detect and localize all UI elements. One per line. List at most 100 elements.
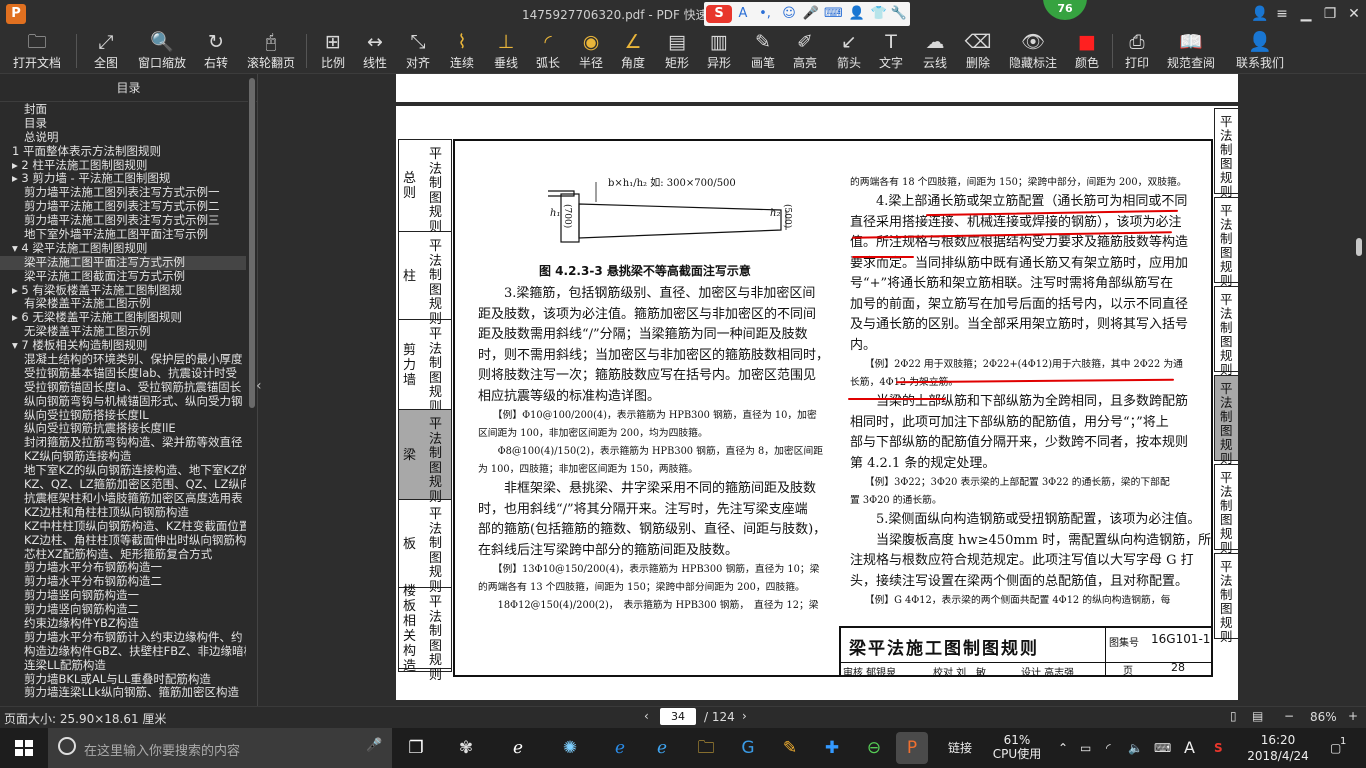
right-tab-2[interactable]: 平法制图规则 xyxy=(1214,286,1238,377)
zoom-in-icon[interactable]: + xyxy=(1348,709,1358,723)
toc-item[interactable]: 纵向受拉钢筋抗震搭接长度llE xyxy=(0,422,246,436)
tray-link-label[interactable]: 链接 xyxy=(948,728,972,768)
prev-page-icon[interactable]: ‹ xyxy=(644,709,649,723)
toolbar-del-button[interactable]: ⌫ 删除 xyxy=(958,28,998,74)
toc-item[interactable]: 封面 xyxy=(0,103,246,117)
file-explorer-icon[interactable]: 🗀 xyxy=(690,732,722,764)
ime-emoji-icon[interactable]: ☺ xyxy=(780,5,798,23)
user-icon[interactable]: 👤 xyxy=(1250,4,1270,24)
continuous-page-icon[interactable]: ▤ xyxy=(1252,709,1263,723)
ime-voice-icon[interactable]: 🎤 xyxy=(802,5,820,23)
zoom-level[interactable]: 86% xyxy=(1310,710,1337,724)
sogou-tray-icon[interactable]: S xyxy=(1214,728,1223,768)
toolbar-fit-button[interactable]: ⤢ 全图 xyxy=(86,28,126,74)
toc-item[interactable]: ▾ 4 梁平法施工图制图规则 xyxy=(0,242,246,256)
toc-item[interactable]: KZ、QZ、LZ箍筋加密区范围、QZ、LZ纵向钢 xyxy=(0,478,246,492)
ime-mode[interactable]: A xyxy=(1184,728,1195,768)
toc-item[interactable]: 受拉钢筋基本锚固长度lab、抗震设计时受 xyxy=(0,367,246,381)
toc-item[interactable]: 抗震框架柱和小墙肢箍筋加密区高度选用表 xyxy=(0,492,246,506)
browser-360-icon[interactable]: ✺ xyxy=(554,732,586,764)
ime-punct-icon[interactable]: •, xyxy=(756,5,774,23)
next-page-icon[interactable]: › xyxy=(742,709,747,723)
clock[interactable]: 16:20 2018/4/24 xyxy=(1246,728,1310,768)
toolbar-pen-button[interactable]: ✎ 画笔 xyxy=(744,28,782,74)
toolbar-hide-button[interactable]: 👁 隐藏标注 xyxy=(1004,28,1062,74)
toc-item[interactable]: 目录 xyxy=(0,117,246,131)
toc-item[interactable]: 构造边缘构件GBZ、扶壁柱FBZ、非边缘暗柱 xyxy=(0,645,246,659)
toc-item[interactable]: ▸ 3 剪力墙 - 平法施工图制图规 xyxy=(0,172,246,186)
toc-item[interactable]: 混凝土结构的环境类别、保护层的最小厚度 xyxy=(0,353,246,367)
toolbar-arrow-button[interactable]: ↙ 箭头 xyxy=(830,28,868,74)
wifi-icon[interactable]: ◜ xyxy=(1106,728,1111,768)
toolbar-rect-button[interactable]: ▤ 矩形 xyxy=(658,28,696,74)
toolbar-cont-button[interactable]: ⌇ 连续 xyxy=(442,28,482,74)
toc-item[interactable]: ▸ 5 有梁板楼盖平法施工图制图规 xyxy=(0,284,246,298)
toolbar-perp-button[interactable]: ⊥ 垂线 xyxy=(486,28,526,74)
windows-start-icon[interactable] xyxy=(0,728,48,768)
toc-item[interactable]: ▸ 6 无梁楼盖平法施工图制图规则 xyxy=(0,311,246,325)
toolbar-scroll-button[interactable]: 🖰 滚轮翻页 xyxy=(244,28,298,74)
taskbar-search[interactable]: 在这里输入你要搜索的内容 🎤 xyxy=(48,728,392,768)
toolbar-print-button[interactable]: ⎙ 打印 xyxy=(1118,28,1156,74)
toc-item[interactable]: KZ边柱、角柱柱顶等截面伸出时纵向钢筋构 xyxy=(0,534,246,548)
toolbar-scale-button[interactable]: ⊞ 比例 xyxy=(314,28,352,74)
toc-item[interactable]: 芯柱XZ配筋构造、矩形箍筋复合方式 xyxy=(0,548,246,562)
toc-item[interactable]: 剪力墙连梁LLk纵向钢筋、箍筋加密区构造 xyxy=(0,686,246,700)
green-app-icon[interactable]: ⊖ xyxy=(858,732,890,764)
left-tab-0[interactable]: 平法制图规则 总则 xyxy=(399,140,451,234)
minimize-button[interactable]: ▁ xyxy=(1296,4,1316,24)
toc-item[interactable]: 剪力墙水平分布钢筋构造一 xyxy=(0,561,246,575)
toc-item[interactable]: ▾ 7 楼板相关构造制图规则 xyxy=(0,339,246,353)
toc-item[interactable]: 剪力墙水平分布钢筋构造二 xyxy=(0,575,246,589)
toc-item[interactable]: 剪力墙水平分布钢筋计入约束边缘构件、约 xyxy=(0,631,246,645)
annotation-underline[interactable] xyxy=(848,398,946,400)
battery-icon[interactable]: ▭ xyxy=(1080,728,1091,768)
toc-item[interactable]: 剪力墙平法施工图列表注写方式示例二 xyxy=(0,200,246,214)
toc-item[interactable]: 1 平面整体表示方法制图规则 xyxy=(0,145,246,159)
page-number-input[interactable]: 34 xyxy=(660,708,696,725)
close-button[interactable]: ✕ xyxy=(1344,4,1364,24)
ime-lang-icon[interactable]: A xyxy=(734,5,752,23)
toc-item[interactable]: 剪力墙BKL或AL与LL重叠时配筋构造 xyxy=(0,673,246,687)
toolbar-shape-button[interactable]: ▥ 异形 xyxy=(700,28,738,74)
toc-item[interactable]: 地下室外墙平法施工图平面注写示例 xyxy=(0,228,246,242)
ime-toolbar[interactable]: S A •, ☺ 🎤 ⌨ 👤 👕 🔧 xyxy=(704,2,910,26)
task-view-icon[interactable]: ❐ xyxy=(400,732,432,764)
edge-icon[interactable]: ℯ xyxy=(604,732,636,764)
toc-item[interactable]: 梁平法施工图平面注写方式示例 xyxy=(0,255,246,270)
collapse-sidebar-icon[interactable]: ‹ xyxy=(256,378,268,398)
microphone-icon[interactable]: 🎤 xyxy=(366,738,382,753)
keyboard-icon[interactable]: ⌨ xyxy=(1154,728,1171,768)
toc-item[interactable]: 剪力墙平法施工图列表注写方式示例三 xyxy=(0,214,246,228)
sidebar-scroll-thumb[interactable] xyxy=(249,78,255,408)
toolbar-cloud-button[interactable]: ☁ 云线 xyxy=(916,28,954,74)
toc-item[interactable]: 有梁楼盖平法施工图示例 xyxy=(0,297,246,311)
toolbar-angle-button[interactable]: ∠ 角度 xyxy=(614,28,652,74)
toolbar-linear-button[interactable]: ↔ 线性 xyxy=(356,28,394,74)
sidebar-scrollbar[interactable] xyxy=(248,74,256,706)
toolbar-text-button[interactable]: T 文字 xyxy=(872,28,910,74)
toc-item[interactable]: 剪力墙平法施工图列表注写方式示例一 xyxy=(0,186,246,200)
toc-item[interactable]: 封闭箍筋及拉筋弯钩构造、梁并筋等效直径 xyxy=(0,436,246,450)
toc-item[interactable]: KZ纵向钢筋连接构造 xyxy=(0,450,246,464)
toolbar-hl-button[interactable]: ✐ 高亮 xyxy=(786,28,824,74)
document-view[interactable]: 平法制图规则 总则 平法制图规则柱平法制图规则 剪力墙 平法制图规则梁平法制图规则板平法… xyxy=(269,74,1353,706)
left-tab-4[interactable]: 平法制图规则板 xyxy=(399,500,451,594)
toc-item[interactable]: 约束边缘构件YBZ构造 xyxy=(0,617,246,631)
sogou-ime-icon[interactable]: S xyxy=(706,5,732,23)
toc-item[interactable]: KZ中柱柱顶纵向钢筋构造、KZ柱变截面位置 xyxy=(0,520,246,534)
single-page-icon[interactable]: ▯ xyxy=(1230,709,1237,723)
toolbar-color-button[interactable]: ■ 颜色 xyxy=(1068,28,1106,74)
hub-app-icon[interactable]: ✚ xyxy=(816,732,848,764)
ime-tools-icon[interactable]: 🔧 xyxy=(890,5,908,23)
menu-icon[interactable]: ≡ xyxy=(1272,4,1292,24)
right-tab-3[interactable]: 平法制图规则 xyxy=(1214,375,1238,466)
toc-item[interactable]: 剪力墙竖向钢筋构造一 xyxy=(0,589,246,603)
right-tab-4[interactable]: 平法制图规则 xyxy=(1214,464,1238,555)
ime-skin-icon[interactable]: 👕 xyxy=(870,5,888,23)
toc-item[interactable]: 受拉钢筋锚固长度la、受拉钢筋抗震锚固长 xyxy=(0,381,246,395)
toc-item[interactable]: 无梁楼盖平法施工图示例 xyxy=(0,325,246,339)
right-tab-0[interactable]: 平法制图规则 xyxy=(1214,108,1238,199)
toc-item[interactable]: 总说明 xyxy=(0,131,246,145)
performance-badge[interactable]: 76 xyxy=(1043,0,1087,20)
